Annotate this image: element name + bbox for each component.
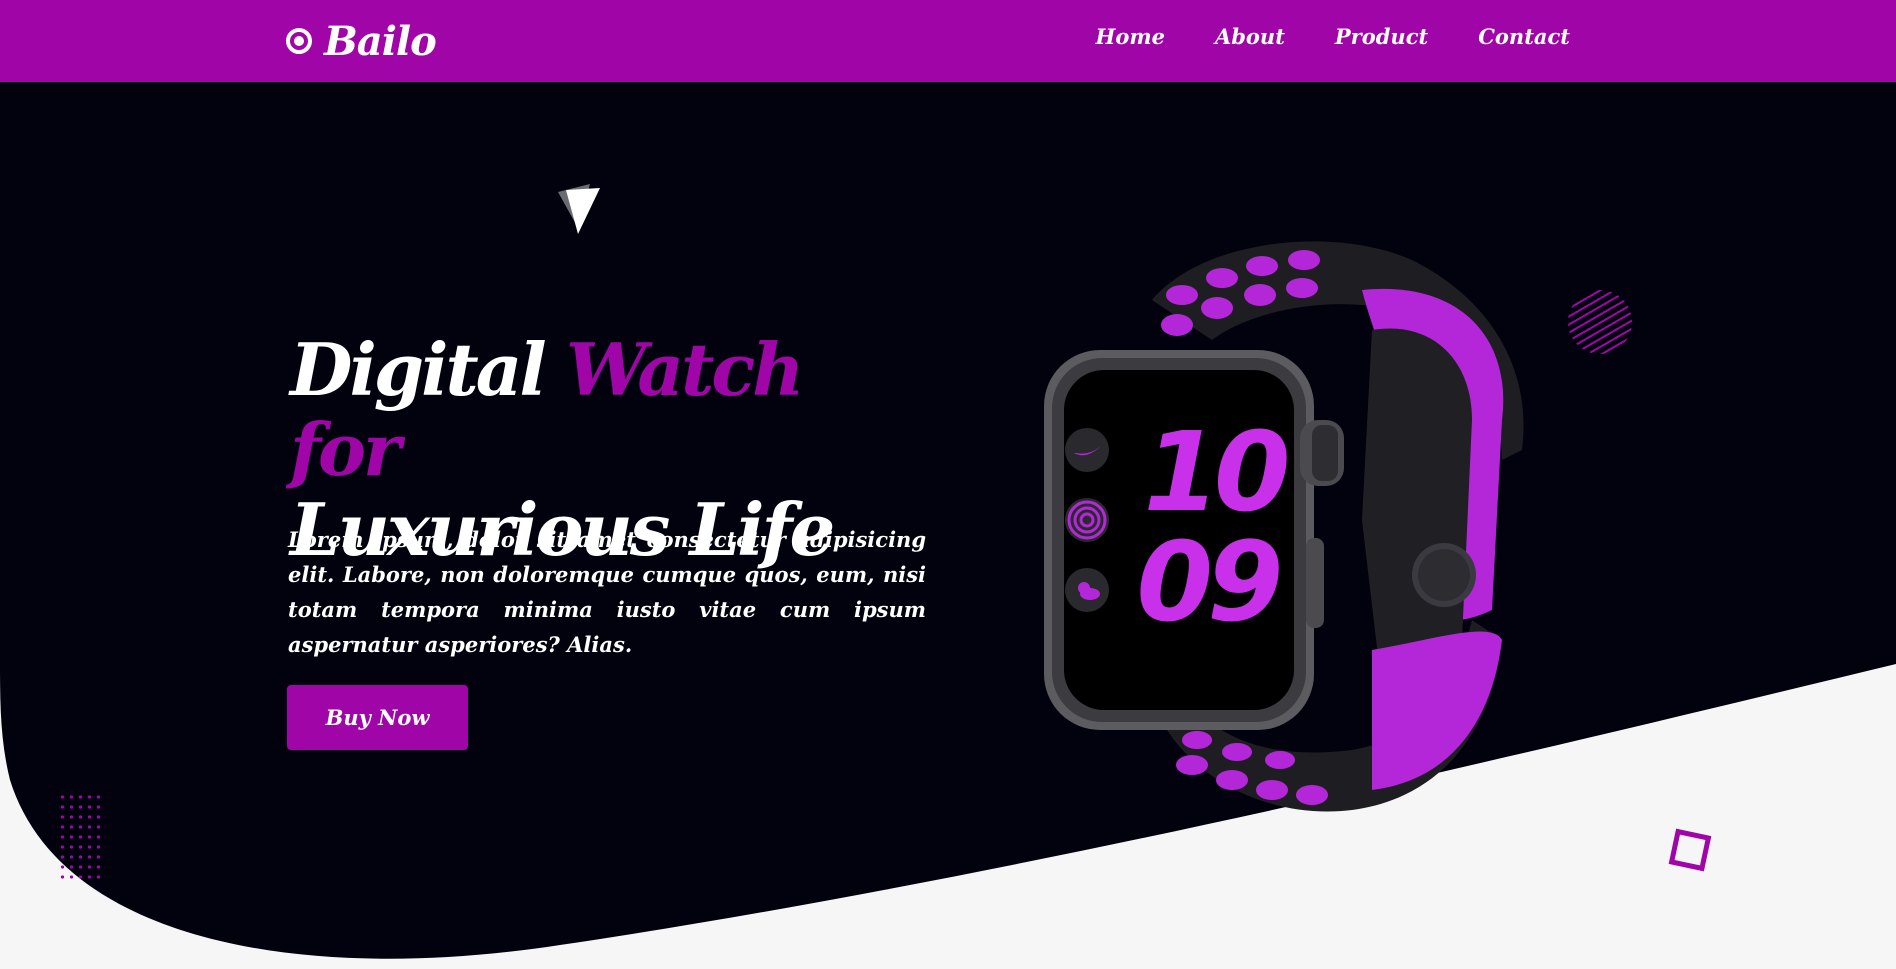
activity-rings-icon [1065,498,1109,542]
headline-part1: Digital [290,327,566,412]
navbar: Bailo Home About Product Contact [0,0,1896,82]
hero-description: Lorem ipsum, dolor sit amet consectetur … [288,527,926,657]
nike-swoosh-icon [1065,428,1109,472]
nav-link-contact[interactable]: Contact [1478,24,1570,49]
dot-grid-decoration [58,792,106,884]
brand-name: Bailo [324,17,437,65]
nav-link-about[interactable]: About [1215,24,1285,49]
watch-hours: 10 [1143,408,1287,536]
buy-now-button[interactable]: Buy Now [287,685,468,750]
watch-minutes: 09 [1136,518,1279,646]
target-circle-icon [286,28,312,54]
hero-background [0,82,1896,959]
smart-watch-image: 10 09 [1044,241,1524,812]
nav-link-home[interactable]: Home [1096,24,1165,49]
triangle-icon [558,184,600,234]
nav-links: Home About Product Contact [1096,24,1571,49]
square-outline-decoration [1668,828,1712,872]
striped-circle-decoration [1568,290,1632,354]
nav-link-product[interactable]: Product [1335,24,1428,49]
brand-logo[interactable]: Bailo [286,16,437,66]
